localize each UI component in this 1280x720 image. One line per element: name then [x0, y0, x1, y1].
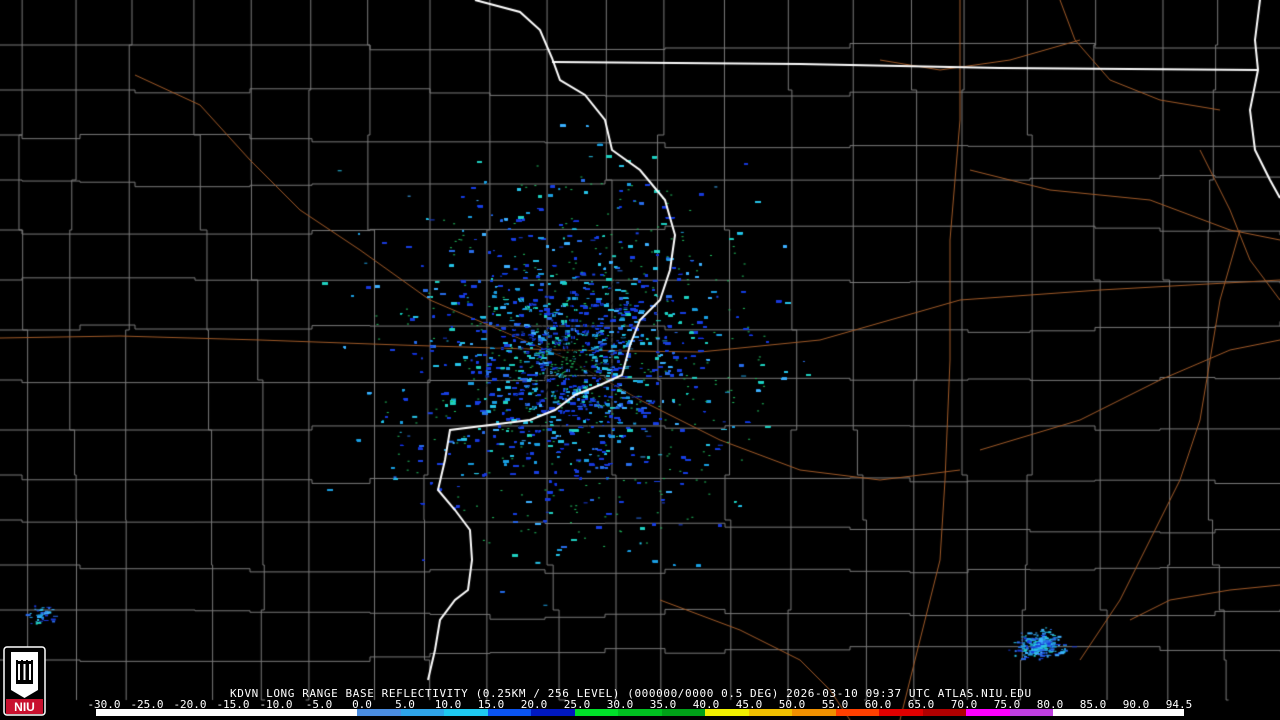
colorbar-segment [1053, 709, 1097, 716]
colorbar-segment [661, 709, 706, 716]
colorbar-segment [313, 709, 358, 716]
colorbar-segment [139, 709, 184, 716]
colorbar-segment [531, 709, 575, 716]
colorbar-segment [487, 709, 532, 716]
colorbar-segment [879, 709, 923, 716]
niu-logo-icon: NIU [3, 646, 46, 716]
colorbar-segment [1140, 709, 1184, 716]
logo-text: NIU [14, 700, 35, 714]
colorbar-segment [835, 709, 880, 716]
radar-map[interactable] [0, 0, 1280, 720]
colorbar-segment [357, 709, 401, 716]
colorbar-segment [400, 709, 445, 716]
colorbar-segment [705, 709, 749, 716]
colorbar-segment [226, 709, 271, 716]
colorbar-segment [270, 709, 314, 716]
colorbar-segment [96, 709, 140, 716]
colorbar-segment [444, 709, 488, 716]
colorbar-segment [966, 709, 1010, 716]
colorbar-segment [748, 709, 793, 716]
colorbar-segment [618, 709, 662, 716]
colorbar-segment [574, 709, 619, 716]
colorbar-segment [183, 709, 227, 716]
colorbar-segment [1096, 709, 1141, 716]
reflectivity-colorbar [96, 709, 1184, 716]
colorbar-segment [922, 709, 967, 716]
colorbar-segment [1009, 709, 1054, 716]
colorbar-segment [792, 709, 836, 716]
